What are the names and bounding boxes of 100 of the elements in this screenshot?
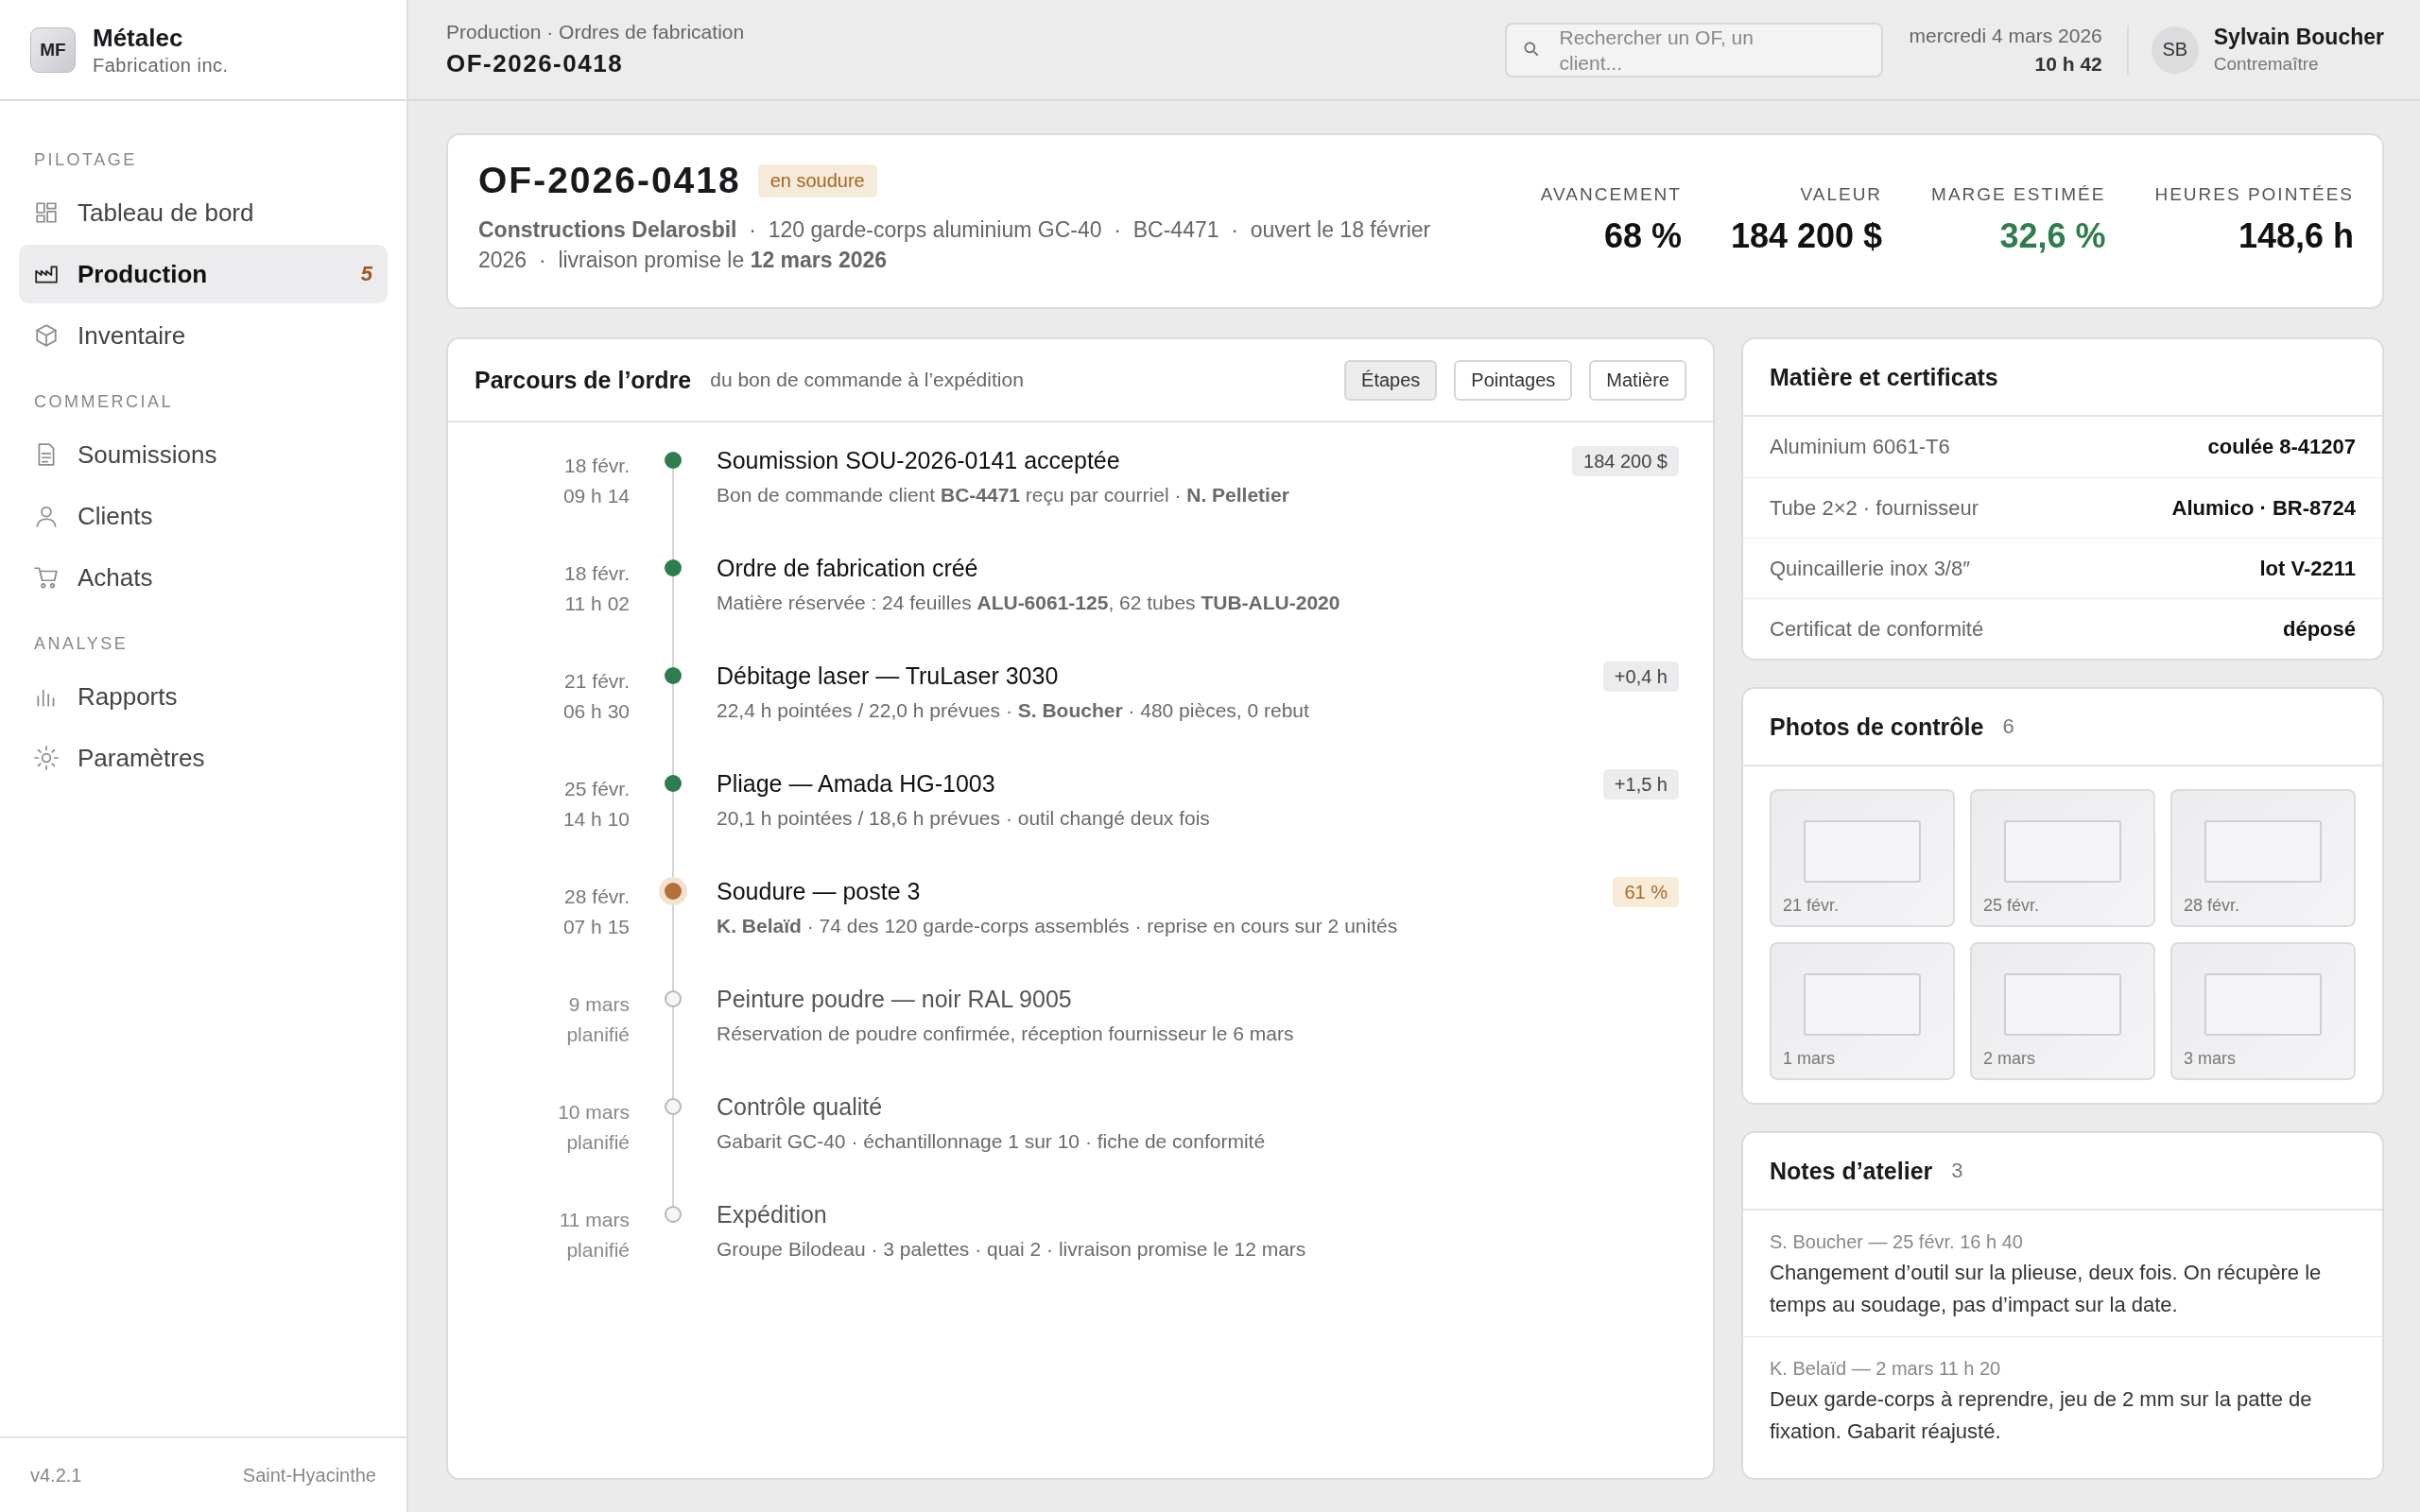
step-tag: +1,5 h — [1602, 769, 1679, 799]
tab[interactable]: Pointages — [1454, 359, 1573, 401]
order-details: Constructions Delarosbil · 120 garde-corps aluminium GC-40 · BC-4471 · ouvert le 18 février 2026 · livraison promise le 12 mars 2026 — [478, 216, 1432, 274]
stat-label: VALEUR — [1799, 184, 1883, 205]
cube-icon — [34, 323, 59, 348]
card-title: Matière et certificats — [1770, 363, 1998, 391]
sidebar-item[interactable]: Production 5 — [19, 245, 388, 303]
step-date: 11 mars — [558, 1208, 630, 1232]
image-placeholder-icon — [2204, 820, 2322, 883]
step-date: 25 févr. — [563, 777, 630, 801]
material-value: lot V-2211 — [2259, 556, 2356, 581]
image-placeholder-icon — [2004, 820, 2121, 883]
date-label: mercredi 4 mars 2026 — [1909, 24, 2102, 47]
user-role: Contremaître — [2213, 54, 2320, 75]
step-detail: Groupe Bilodeau · 3 palettes · quai 2 · livraison promise le 12 mars — [717, 1238, 1307, 1261]
logo: MF — [30, 26, 76, 73]
company-subtitle: Fabrication inc. — [93, 54, 229, 77]
sidebar-item[interactable]: Tableau de bord — [19, 183, 388, 242]
dashboard-icon — [34, 200, 59, 225]
photo-thumbnail[interactable]: 1 mars — [1770, 942, 1955, 1080]
location-label: Saint-Hyacinthe — [242, 1464, 376, 1486]
step-date: 28 févr. — [563, 885, 630, 909]
step-time: 06 h 30 — [562, 699, 630, 724]
step-title: Contrôle qualité — [717, 1093, 884, 1121]
step-date: 9 mars — [567, 992, 630, 1017]
nav-section-title: ANALYSE — [33, 633, 130, 655]
stat-label: HEURES POINTÉES — [2154, 184, 2354, 205]
photo-thumbnail[interactable]: 21 févr. — [1770, 789, 1955, 927]
step-title: Pliage — Amada HG-1003 — [717, 770, 996, 798]
step-time: 09 h 14 — [562, 484, 630, 508]
material-label: Quincaillerie inox 3/8″ — [1770, 556, 1970, 581]
company-name: Métalec — [93, 23, 184, 53]
photo-thumbnail[interactable]: 25 févr. — [1970, 789, 2155, 927]
stat-label: MARGE ESTIMÉE — [1931, 184, 2106, 205]
material-label: Certificat de conformité — [1770, 616, 1984, 642]
sidebar-item[interactable]: Achats — [19, 548, 388, 607]
stat-value: 184 200 $ — [1730, 216, 1883, 256]
sidebar-item[interactable]: Rapports — [19, 667, 388, 726]
sidebar-item[interactable]: Inventaire — [19, 306, 388, 365]
order-number: OF-2026-0418 — [478, 160, 741, 201]
status-dot — [665, 667, 682, 684]
step-title: Ordre de fabrication créé — [717, 555, 979, 582]
step-time: planifié — [565, 1238, 630, 1263]
note-text: Changement d’outil sur la plieuse, deux fois. On récupère le temps au soudage, pas d’impact sur la date. — [1770, 1260, 2323, 1318]
card-title: Parcours de l’ordre — [475, 366, 692, 394]
step-date: 18 févr. — [563, 561, 630, 586]
note-author: S. Boucher — 25 févr. 16 h 40 — [1770, 1231, 2024, 1253]
step-title: Débitage laser — TruLaser 3030 — [717, 662, 1060, 690]
step-time: 14 h 10 — [562, 807, 630, 832]
photo-thumbnail[interactable]: 2 mars — [1970, 942, 2155, 1080]
avatar[interactable]: SB — [2151, 26, 2199, 74]
step-title: Expédition — [717, 1201, 828, 1228]
search-field[interactable]: Rechercher un OF, un client... — [1504, 22, 1883, 77]
material-label: Aluminium 6061-T6 — [1770, 435, 1950, 459]
image-placeholder-icon — [2004, 973, 2121, 1036]
tab[interactable]: Matière — [1589, 359, 1686, 401]
sidebar-item[interactable]: Paramètres — [19, 729, 388, 787]
step-time: 11 h 02 — [563, 592, 630, 616]
settings-icon — [34, 746, 59, 770]
step-title: Peinture poudre — noir RAL 9005 — [717, 986, 1073, 1013]
step-time: 07 h 15 — [562, 915, 630, 939]
step-detail: K. Belaïd · 74 des 120 garde-corps assemblés · reprise en cours sur 2 unités — [717, 915, 1399, 937]
count-label: 6 — [2002, 714, 2014, 739]
stat-value: 68 % — [1602, 216, 1682, 256]
stat-value: 32,6 % — [1998, 216, 2106, 256]
step-title: Soumission SOU-2026-0141 acceptée — [717, 447, 1121, 474]
card-title: Photos de contrôle — [1770, 713, 1984, 741]
photo-thumbnail[interactable]: 3 mars — [2170, 942, 2356, 1080]
version-label: v4.2.1 — [30, 1464, 82, 1486]
photo-date: 1 mars — [1783, 1049, 1835, 1069]
material-value: déposé — [2282, 616, 2356, 642]
sidebar-item[interactable]: Soumissions — [19, 425, 388, 484]
sidebar-item[interactable]: Clients — [19, 487, 388, 545]
step-tag: 184 200 $ — [1572, 446, 1679, 476]
status-dot — [665, 990, 682, 1007]
step-tag: 61 % — [1613, 877, 1679, 907]
status-dot — [665, 1098, 682, 1115]
step-title: Soudure — poste 3 — [717, 878, 922, 905]
step-detail: Bon de commande client BC-4471 reçu par courriel · N. Pelletier — [717, 484, 1290, 507]
status-tag: en soudure — [757, 163, 877, 198]
material-value: Alumico · BR-8724 — [2171, 495, 2356, 521]
image-placeholder-icon — [2204, 973, 2322, 1036]
note-text: Deux garde-corps à reprendre, jeu de 2 mm sur la patte de fixation. Gabarit réajusté. — [1770, 1386, 2313, 1445]
user-name: Sylvain Boucher — [2213, 25, 2384, 50]
step-detail: 22,4 h pointées / 22,0 h prévues · S. Boucher · 480 pièces, 0 rebut — [717, 699, 1310, 722]
step-date: 18 févr. — [563, 454, 630, 478]
photo-date: 3 mars — [2184, 1049, 2236, 1069]
status-dot — [665, 775, 682, 792]
cart-icon — [34, 565, 59, 590]
image-placeholder-icon — [1804, 973, 1921, 1036]
status-dot — [665, 559, 682, 576]
step-tag: +0,4 h — [1602, 662, 1679, 692]
card-subtitle: du bon de commande à l’expédition — [710, 369, 1025, 391]
nav-section-title: COMMERCIAL — [33, 391, 174, 413]
breadcrumb: Production · Ordres de fabrication — [446, 21, 746, 43]
tab[interactable]: Étapes — [1344, 359, 1438, 401]
photo-date: 21 févr. — [1783, 896, 1840, 916]
note-author: K. Belaïd — 2 mars 11 h 20 — [1770, 1358, 2002, 1380]
stat-label: AVANCEMENT — [1540, 184, 1682, 205]
photo-thumbnail[interactable]: 28 févr. — [2170, 789, 2356, 927]
